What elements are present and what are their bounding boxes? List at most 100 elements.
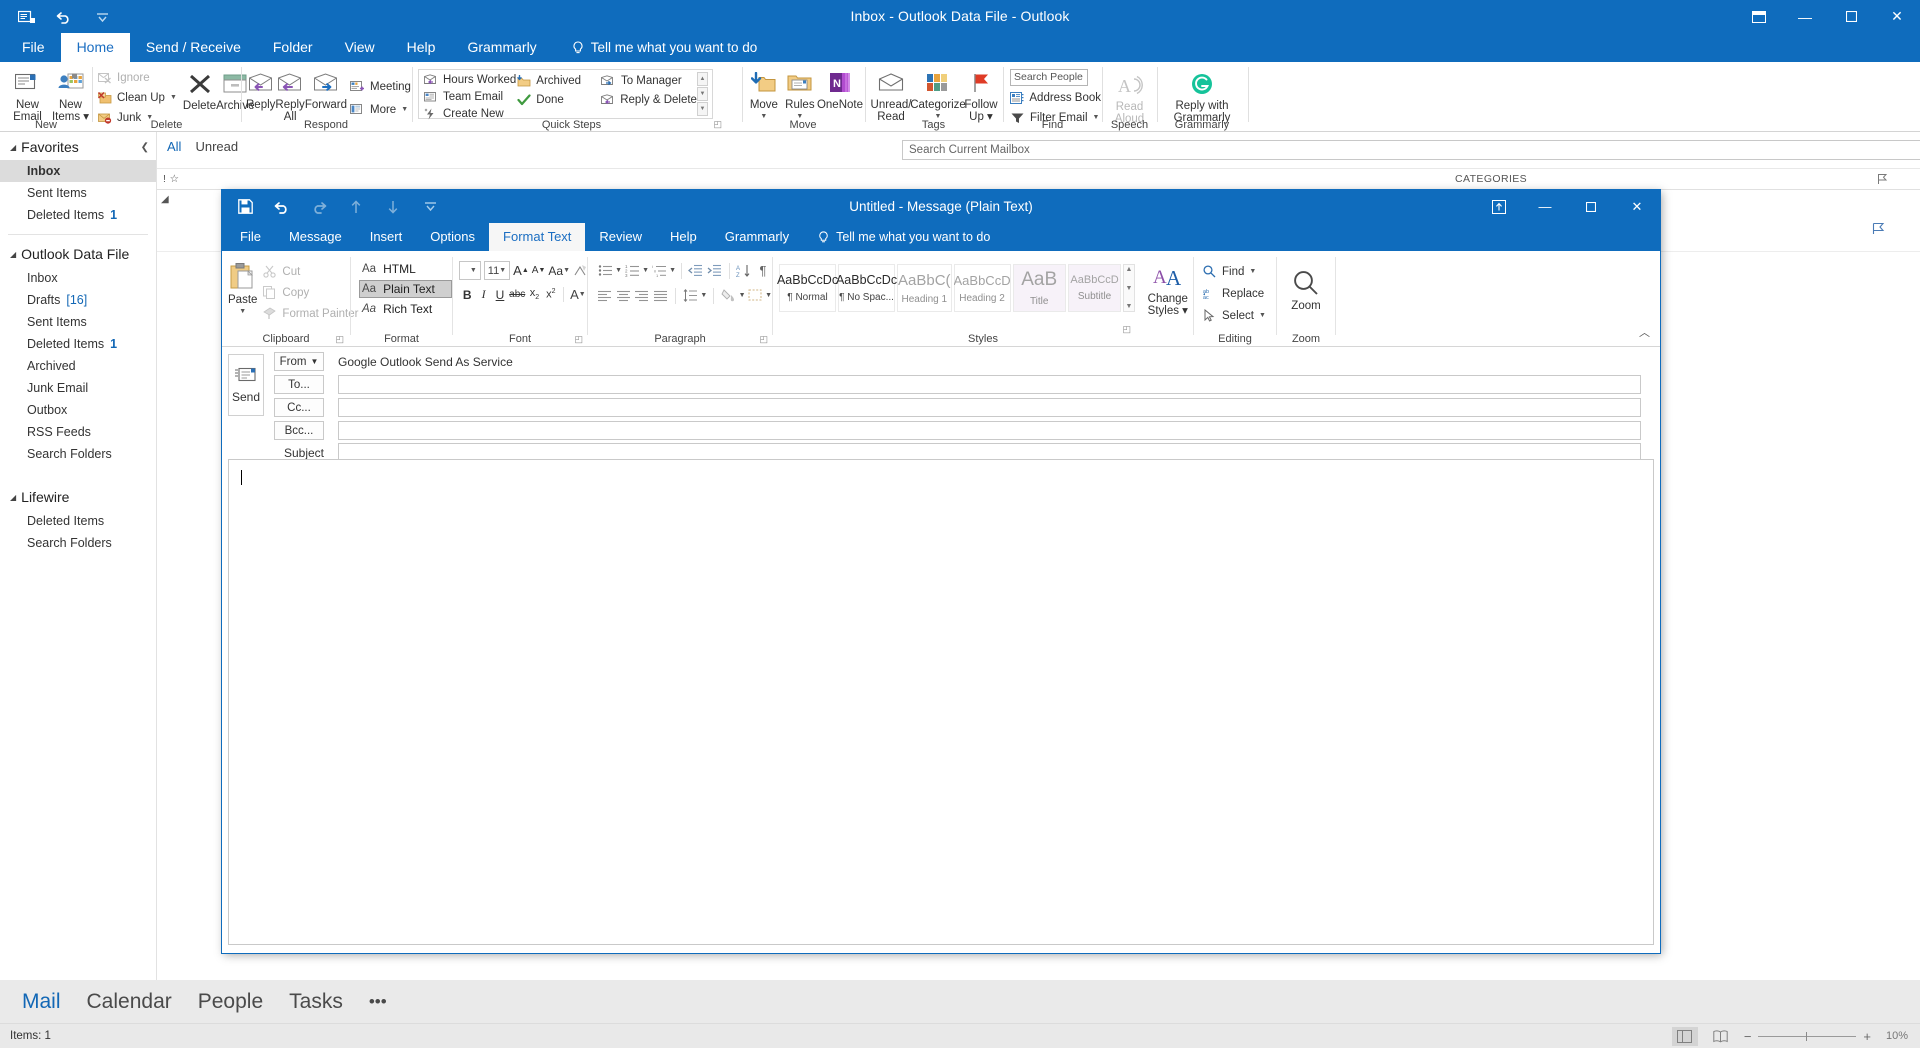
reading-view-icon[interactable] — [1708, 1027, 1734, 1046]
format-html-button[interactable]: Aa HTML — [359, 260, 452, 278]
sidebar-item-drafts[interactable]: Drafts [16] — [0, 289, 156, 311]
quickstep-team-email[interactable]: Team Email — [423, 89, 516, 104]
nav-section-outlook-data-file-header[interactable]: ◢ Outlook Data File — [0, 239, 156, 267]
sidebar-item-lifewire-search-folders[interactable]: Search Folders — [0, 532, 156, 554]
zoom-slider-knob[interactable] — [1806, 1031, 1808, 1041]
compose-tab-format-text[interactable]: Format Text — [489, 223, 586, 251]
restore-button[interactable] — [1568, 190, 1614, 223]
collapse-row-icon[interactable]: ◢ — [161, 194, 169, 205]
chevron-down-icon[interactable]: ▼ — [1259, 312, 1266, 319]
sidebar-item-sent-items[interactable]: Sent Items — [0, 311, 156, 333]
style-heading-1[interactable]: AaBbC( Heading 1 — [897, 264, 952, 312]
format-rich-text-button[interactable]: Aa Rich Text — [359, 300, 452, 318]
search-people-input[interactable]: Search People — [1010, 69, 1088, 86]
style-normal[interactable]: AaBbCcDc ¶ Normal — [777, 264, 838, 312]
chevron-down-icon[interactable]: ▼ — [401, 106, 408, 113]
quickstep-to-manager[interactable]: To Manager — [601, 72, 697, 89]
chevron-down-icon[interactable]: ▼ — [170, 94, 177, 101]
nav-section-lifewire-header[interactable]: ◢ Lifewire — [0, 482, 156, 510]
chevron-down-icon[interactable]: ▼ — [239, 306, 246, 318]
styles-gallery-scrollbar[interactable]: ▲ ▼ ▼ — [1123, 264, 1135, 312]
styles-dialog-launcher[interactable]: ◰ — [1122, 324, 1131, 335]
font-name-input[interactable]: ▼ — [459, 261, 481, 280]
forward-button[interactable]: Forward — [305, 66, 347, 123]
clear-formatting-button[interactable] — [573, 261, 587, 280]
sort-button[interactable]: AZ — [735, 261, 753, 280]
paste-button[interactable]: Paste ▼ — [228, 257, 257, 322]
show-hide-marks-button[interactable]: ¶ — [754, 261, 772, 280]
align-left-button[interactable] — [596, 286, 614, 305]
follow-up-button[interactable]: Follow Up ▾ — [962, 66, 1000, 123]
filter-all[interactable]: All — [167, 139, 181, 154]
flag-icon[interactable] — [1872, 222, 1885, 235]
tab-view[interactable]: View — [329, 33, 391, 62]
address-book-button[interactable]: Address Book — [1010, 89, 1101, 106]
format-painter-button[interactable]: Format Painter — [262, 305, 358, 322]
style-no-spacing[interactable]: AaBbCcDc ¶ No Spac... — [836, 264, 897, 312]
chevron-down-icon[interactable]: ▼ — [499, 267, 506, 274]
minimize-button[interactable]: — — [1782, 0, 1828, 33]
chevron-down-icon[interactable]: ▼ — [1249, 268, 1256, 275]
justify-button[interactable] — [652, 286, 670, 305]
style-title[interactable]: AaB Title — [1012, 264, 1066, 312]
module-tasks[interactable]: Tasks — [289, 990, 343, 1014]
quickstep-reply-delete[interactable]: Reply & Delete — [601, 91, 697, 108]
sidebar-item-inbox[interactable]: Inbox — [0, 267, 156, 289]
sidebar-item-search-folders[interactable]: Search Folders — [0, 443, 156, 465]
zoom-button[interactable]: Zoom — [1283, 265, 1329, 312]
to-button[interactable]: To... — [274, 375, 324, 394]
change-styles-button[interactable]: AA Change Styles ▾ — [1143, 264, 1193, 317]
more-button[interactable]: More ▼ — [350, 101, 411, 118]
sidebar-item-archived[interactable]: Archived — [0, 355, 156, 377]
borders-button[interactable] — [747, 286, 765, 305]
bold-button[interactable]: B — [460, 285, 474, 304]
replace-button[interactable]: ab ac Replace — [1202, 285, 1276, 302]
shrink-font-button[interactable]: A ▼ — [532, 261, 546, 280]
sidebar-item-lifewire-deleted-items[interactable]: Deleted Items — [0, 510, 156, 532]
close-button[interactable]: ✕ — [1874, 0, 1920, 33]
multilevel-list-button[interactable]: i ii 1 — [650, 261, 668, 280]
subscript-button[interactable]: x2 — [527, 285, 541, 304]
ribbon-display-options-icon[interactable] — [1476, 190, 1522, 223]
quick-steps-dialog-launcher[interactable]: ◰ — [713, 119, 722, 130]
increase-indent-button[interactable] — [706, 261, 724, 280]
minimize-button[interactable]: — — [1522, 190, 1568, 223]
bcc-button[interactable]: Bcc... — [274, 421, 324, 440]
quickstep-hours-worked[interactable]: Hours Worked — [423, 72, 516, 87]
bcc-input[interactable] — [338, 421, 1641, 440]
chevron-down-icon[interactable]: ▼ — [615, 267, 622, 274]
align-right-button[interactable] — [633, 286, 651, 305]
collapse-folder-pane-icon[interactable]: ❮ — [141, 142, 149, 153]
chevron-down-icon[interactable]: ▼ — [669, 267, 676, 274]
compose-tell-me-box[interactable]: Tell me what you want to do — [803, 223, 990, 251]
copy-button[interactable]: Copy — [262, 284, 358, 301]
sidebar-item-favorites-deleted-items[interactable]: Deleted Items 1 — [0, 204, 156, 226]
read-aloud-button[interactable]: A Read Aloud — [1103, 68, 1156, 125]
compose-tab-review[interactable]: Review — [585, 223, 656, 251]
unread-read-button[interactable]: Unread/ Read — [868, 66, 914, 123]
chevron-down-icon[interactable]: ▼ — [700, 292, 707, 299]
delete-button[interactable]: Delete — [183, 67, 216, 126]
clipboard-dialog-launcher[interactable]: ◰ — [335, 334, 344, 345]
superscript-button[interactable]: x2 — [544, 285, 558, 304]
flag-column-icon[interactable] — [1877, 173, 1888, 185]
line-spacing-button[interactable] — [682, 286, 700, 305]
send-button[interactable]: Send — [228, 354, 264, 416]
search-input[interactable]: Search Current Mailbox — [902, 140, 1920, 160]
move-button[interactable]: Move ▼ — [745, 66, 783, 123]
decrease-indent-button[interactable] — [687, 261, 705, 280]
quick-steps-more[interactable]: ▼ — [696, 102, 708, 116]
compose-tab-file[interactable]: File — [226, 223, 275, 251]
message-body-input[interactable] — [228, 459, 1654, 945]
paragraph-dialog-launcher[interactable]: ◰ — [759, 334, 768, 345]
clean-up-button[interactable]: Clean Up ▼ — [97, 89, 177, 106]
from-button[interactable]: From ▼ — [274, 352, 324, 371]
new-email-button[interactable]: New Email — [6, 66, 49, 123]
module-people[interactable]: People — [198, 990, 263, 1014]
strikethrough-button[interactable]: abc — [509, 285, 525, 304]
chevron-down-icon[interactable]: ▼ — [470, 267, 477, 274]
zoom-in-button[interactable]: + — [1863, 1029, 1871, 1044]
compose-tab-message[interactable]: Message — [275, 223, 356, 251]
compose-tab-insert[interactable]: Insert — [356, 223, 417, 251]
sidebar-item-favorites-sent-items[interactable]: Sent Items — [0, 182, 156, 204]
